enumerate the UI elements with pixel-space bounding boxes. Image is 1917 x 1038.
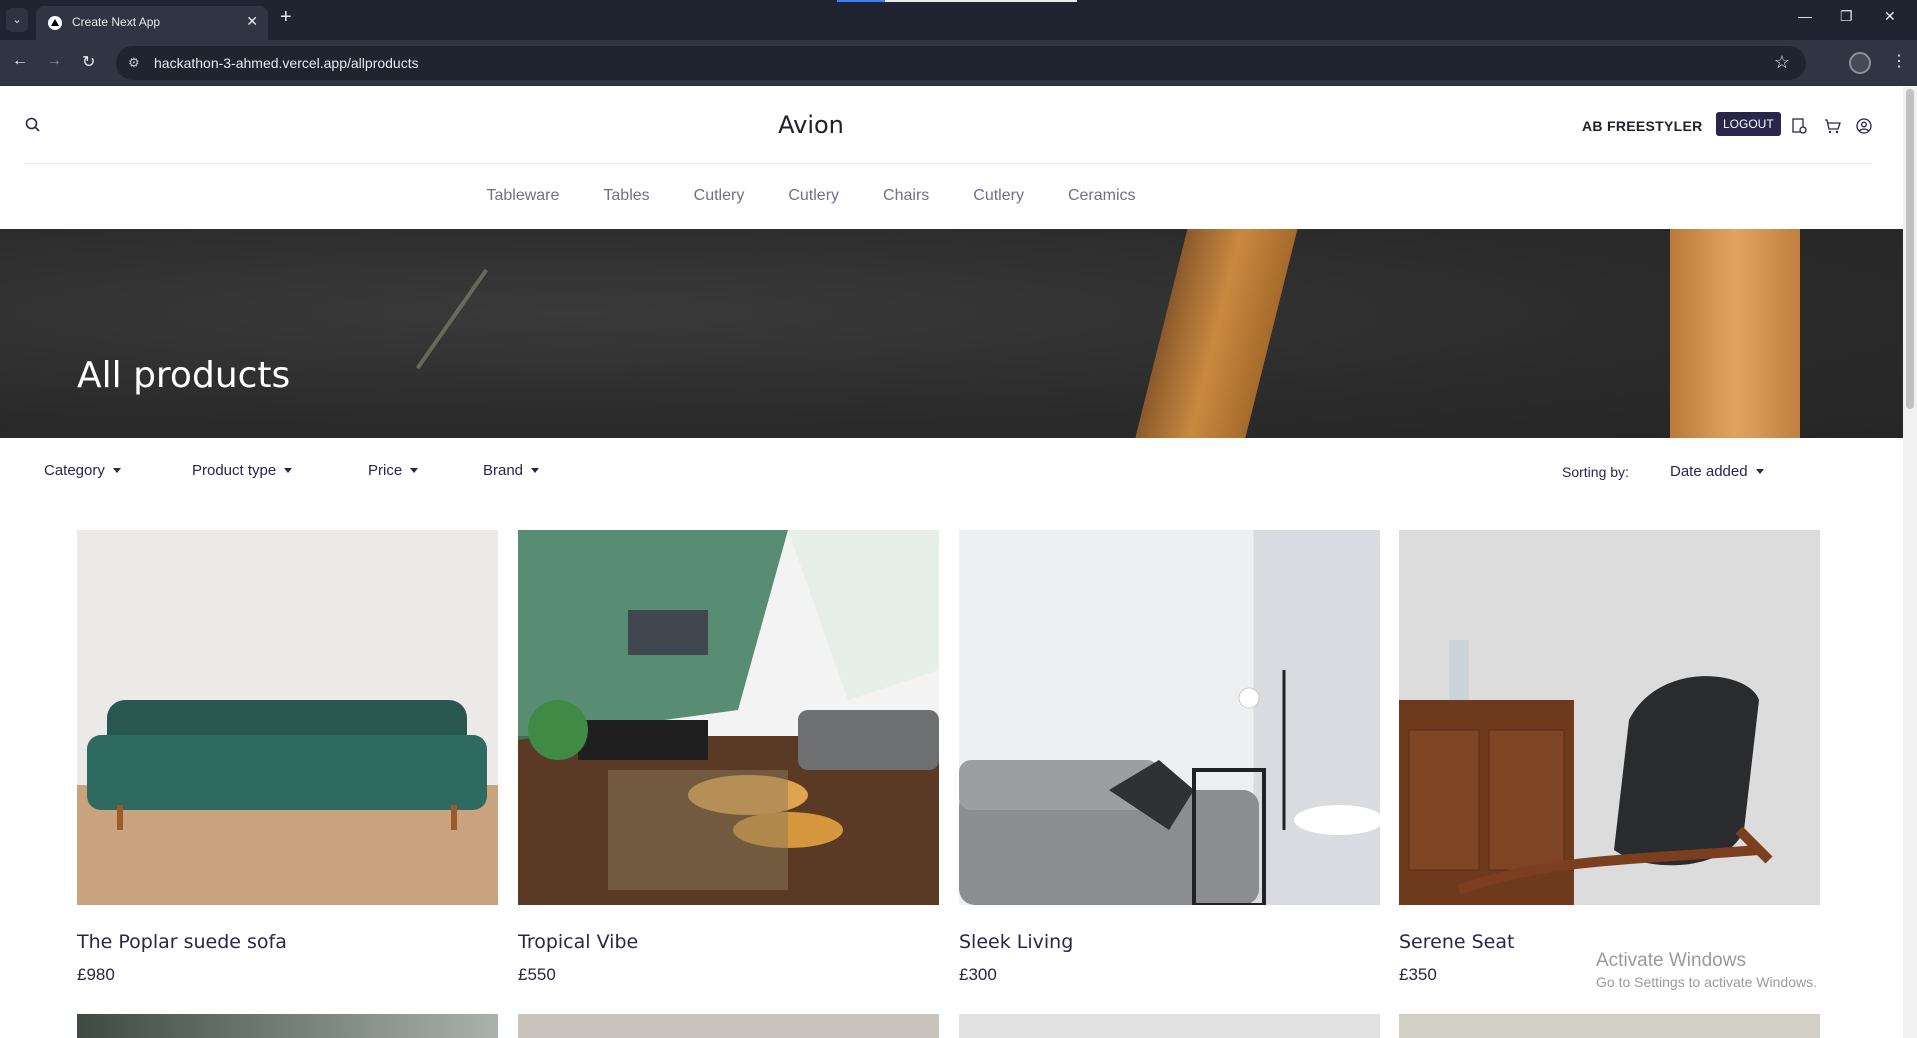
brand-filter[interactable]: Brand [483,462,540,479]
address-bar[interactable]: ⚙ hackathon-3-ahmed.vercel.app/allproduc… [116,46,1806,80]
logout-button[interactable]: LOGOUT [1716,112,1781,136]
minimize-icon[interactable]: — [1798,8,1812,24]
caret-down-icon [531,468,540,473]
product-price: £300 [959,965,997,984]
category-filter-label: Category [44,462,105,479]
product-name[interactable]: Tropical Vibe [518,931,939,953]
reload-icon[interactable]: ↻ [82,52,95,72]
product-card[interactable]: Sleek Living £300 [959,530,1380,985]
profile-avatar[interactable] [1849,52,1871,74]
hero-decoration [1670,229,1800,438]
orders-icon[interactable] [1790,117,1808,135]
product-type-filter[interactable]: Product type [192,462,293,479]
product-name[interactable]: Sleek Living [959,931,1380,953]
user-name: AB FREESTYLER [1582,118,1703,134]
browser-tab[interactable]: Create Next App ✕ [36,6,268,40]
nav-item-cutlery[interactable]: Cutlery [694,187,745,205]
vercel-favicon-icon [48,16,62,30]
site-logo[interactable]: Avion [0,111,1622,139]
loading-progress [837,0,885,2]
restore-icon[interactable]: ❐ [1840,8,1853,25]
hero-background-image [0,229,1903,438]
brand-filter-label: Brand [483,462,524,479]
page-content: Avion AB FREESTYLER LOGOUT Tableware Tab… [0,87,1903,1038]
sort-dropdown[interactable]: Date added [1670,463,1764,480]
new-tab-icon[interactable]: + [280,6,292,29]
close-window-icon[interactable]: ✕ [1884,8,1896,25]
serene-seat-illustration [1399,640,1773,905]
close-tab-icon[interactable]: ✕ [246,13,258,30]
product-card-partial[interactable] [1399,1014,1820,1038]
nav-item-ceramics[interactable]: Ceramics [1068,187,1136,205]
nav-item-chairs[interactable]: Chairs [883,187,929,205]
bookmark-star-icon[interactable]: ☆ [1774,52,1790,73]
caret-down-icon [410,468,419,473]
product-card-partial[interactable] [518,1014,939,1038]
product-card[interactable]: The Poplar suede sofa £980 [77,530,498,985]
back-icon[interactable]: ← [12,52,28,70]
product-card[interactable]: Tropical Vibe £550 [518,530,939,985]
browser-menu-icon[interactable]: ⋮ [1891,51,1907,71]
price-filter-label: Price [368,462,403,479]
forward-icon[interactable]: → [46,52,62,70]
product-card[interactable]: Serene Seat £350 [1399,530,1820,985]
tab-title: Create Next App [72,15,161,29]
header-divider [24,163,1872,164]
caret-down-icon [1755,469,1764,474]
activate-windows-title: Activate Windows [1596,950,1746,971]
product-price: £550 [518,965,556,984]
hero-banner: All products [0,229,1903,438]
product-name[interactable]: The Poplar suede sofa [77,931,498,953]
product-image[interactable] [1399,530,1820,905]
caret-down-icon [112,468,121,473]
category-nav: Tableware Tables Cutlery Cutlery Chairs … [0,187,1622,205]
product-image[interactable] [77,530,498,905]
sort-label: Sorting by: [1562,464,1629,480]
url-text[interactable]: hackathon-3-ahmed.vercel.app/allproducts [154,55,419,71]
nav-item-cutlery[interactable]: Cutlery [788,187,839,205]
living-room-illustration [518,530,939,890]
product-image[interactable] [518,530,939,905]
nav-item-cutlery[interactable]: Cutlery [973,187,1024,205]
sort-value: Date added [1670,463,1748,480]
nav-item-tables[interactable]: Tables [603,187,649,205]
nav-item-tableware[interactable]: Tableware [486,187,559,205]
cart-icon[interactable] [1823,117,1841,135]
sofa-illustration [87,700,487,830]
sleek-living-illustration [959,670,1380,905]
product-card-partial[interactable] [77,1014,498,1038]
browser-tab-bar: ⌄ Create Next App ✕ + — ❐ ✕ [0,0,1917,40]
caret-down-icon [284,468,293,473]
tab-search-icon[interactable]: ⌄ [6,8,28,32]
product-price: £980 [77,965,115,984]
product-card-partial[interactable] [959,1014,1380,1038]
activate-windows-subtitle: Go to Settings to activate Windows. [1596,974,1817,990]
scrollbar-thumb[interactable] [1906,89,1914,409]
site-info-icon[interactable]: ⚙ [128,55,140,71]
page-scrollbar[interactable] [1903,87,1917,1038]
browser-toolbar: ← → ↻ ⚙ hackathon-3-ahmed.vercel.app/all… [0,40,1917,86]
price-filter[interactable]: Price [368,462,419,479]
page-title: All products [77,355,291,396]
product-type-filter-label: Product type [192,462,277,479]
user-account-icon[interactable] [1855,117,1873,135]
category-filter[interactable]: Category [44,462,121,479]
product-image[interactable] [959,530,1380,905]
